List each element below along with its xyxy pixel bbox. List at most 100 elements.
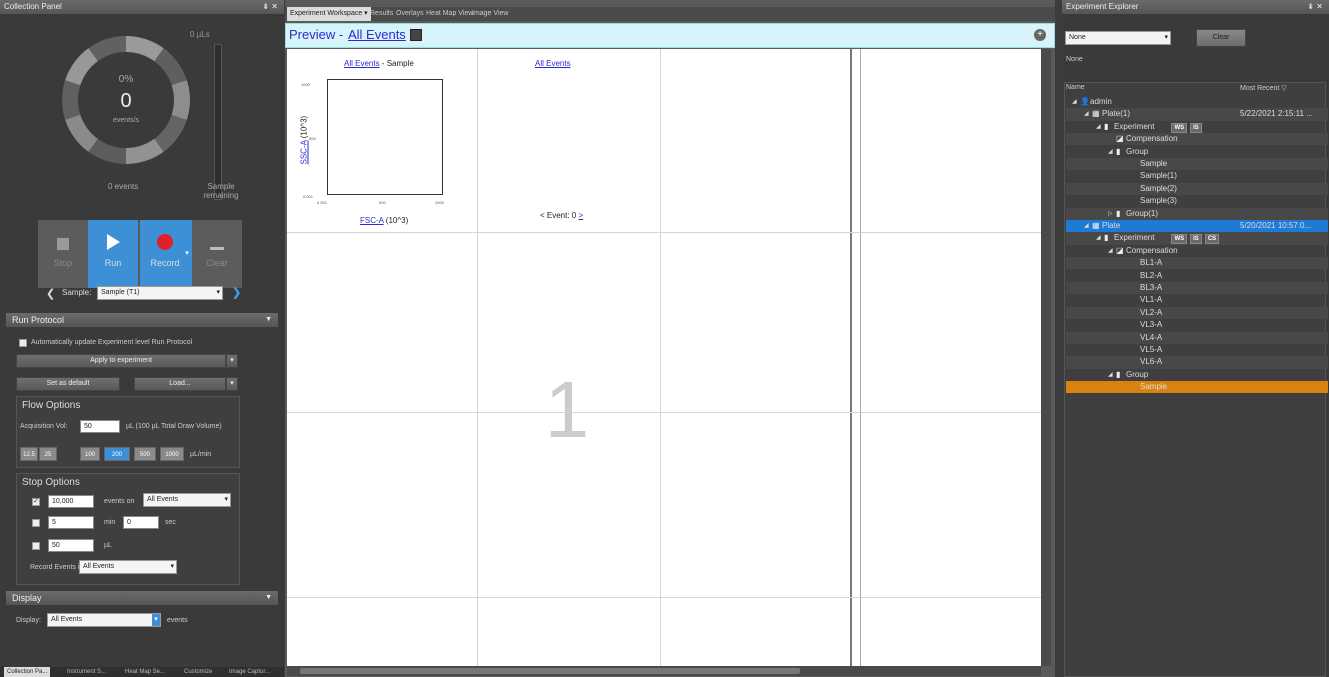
expand-arrow-icon[interactable]: ◢ xyxy=(1096,232,1101,244)
apply-to-experiment-button[interactable]: Apply to experiment xyxy=(16,354,226,368)
col-recent-header[interactable]: Most Recent ▽ xyxy=(1240,84,1287,92)
clear-filter-button[interactable]: Clear xyxy=(1196,29,1246,47)
tree-item-label: Compensation xyxy=(1126,245,1178,255)
tree-item[interactable]: Sample(3) xyxy=(1066,195,1328,207)
events-stop-checkbox[interactable]: ✓ xyxy=(32,498,40,506)
rate-200-button[interactable]: 200 xyxy=(104,447,130,461)
expand-arrow-icon[interactable]: ◢ xyxy=(1084,108,1089,120)
collapse-icon[interactable]: ▼ xyxy=(265,591,272,605)
expand-arrow-icon[interactable]: ◢ xyxy=(1108,245,1113,257)
user-icon: 👤 xyxy=(1080,97,1090,106)
collapse-icon[interactable]: ▼ xyxy=(265,313,272,327)
run-button[interactable]: Run xyxy=(88,220,138,288)
volume-stop-checkbox[interactable] xyxy=(32,542,40,550)
tab-overlays[interactable]: Overlays xyxy=(393,7,427,21)
record-events-select[interactable]: All Events ▾ xyxy=(79,560,177,574)
record-dropdown-icon[interactable]: ▾ xyxy=(182,220,192,288)
time-stop-checkbox[interactable] xyxy=(32,519,40,527)
plot2-gate-link[interactable]: All Events xyxy=(535,59,571,68)
previous-sample-icon[interactable]: ❮ xyxy=(46,287,55,300)
tree-item[interactable]: VL1-A xyxy=(1066,294,1328,306)
tree-item[interactable]: Sample xyxy=(1066,381,1328,394)
next-event-link[interactable]: > xyxy=(578,211,583,220)
tree-item[interactable]: ◢ ▮ Experiment WS IS CS xyxy=(1066,232,1328,245)
expand-arrow-icon[interactable]: ◢ xyxy=(1084,220,1089,232)
expand-arrow-icon[interactable]: ◢ xyxy=(1072,96,1077,108)
col-name-header[interactable]: Name xyxy=(1066,84,1085,91)
tree-item-label: VL3-A xyxy=(1140,320,1163,330)
next-sample-icon[interactable]: ❯ xyxy=(232,286,241,299)
add-icon[interactable]: + xyxy=(1034,29,1046,41)
tree-item[interactable]: ◪ Compensation xyxy=(1066,133,1328,146)
tab-experiment-workspace[interactable]: Experiment Workspace ▾ xyxy=(287,7,371,21)
preview-gate-link[interactable]: All Events xyxy=(348,27,406,42)
seconds-input[interactable]: 0 xyxy=(123,516,159,529)
tree-item[interactable]: VL6-A xyxy=(1066,356,1328,369)
tab-image-capture[interactable]: Image Captur... xyxy=(226,667,273,677)
volume-stop-input[interactable]: 50 xyxy=(48,539,94,552)
tab-customize[interactable]: Customize xyxy=(181,667,215,677)
auto-update-checkbox[interactable] xyxy=(19,339,27,347)
stop-icon xyxy=(38,234,88,258)
tree-item[interactable]: ▷ ▮ Group(1) xyxy=(1066,207,1328,220)
horizontal-scroll-thumb[interactable] xyxy=(300,668,800,674)
tree-item[interactable]: Sample(2) xyxy=(1066,182,1328,196)
tree-item[interactable]: BL1-A xyxy=(1066,257,1328,270)
tree-item[interactable]: ◢ 👤 admin xyxy=(1066,96,1328,108)
tree-item[interactable]: Sample(1) xyxy=(1066,170,1328,182)
load-dropdown-icon[interactable]: ▾ xyxy=(226,377,238,391)
tree-item[interactable]: VL5-A xyxy=(1066,344,1328,356)
plot-grid: All Events - Sample 1000 500 0.001 0.001… xyxy=(287,49,1041,666)
rate-12-5-button[interactable]: 12.5 xyxy=(20,447,38,461)
run-protocol-header[interactable]: Run Protocol ▼ xyxy=(6,313,278,327)
tree-item[interactable]: ◢ ▮ Experiment WS IS xyxy=(1066,121,1328,133)
panel-pin-close-icon[interactable]: ⇟ ✕ xyxy=(1307,0,1323,14)
tree-item[interactable]: Sample xyxy=(1066,158,1328,171)
rate-1000-button[interactable]: 1000 xyxy=(160,447,184,461)
expand-arrow-icon[interactable]: ◢ xyxy=(1108,146,1113,158)
apply-dropdown-icon[interactable]: ▾ xyxy=(226,354,238,368)
clear-button[interactable]: Clear xyxy=(192,220,242,288)
acquisition-vol-input[interactable]: 50 xyxy=(80,420,120,433)
tree-item[interactable]: ◢ ▦ Plate 5/20/2021 10:57:0... xyxy=(1066,220,1328,233)
tree-item[interactable]: VL4-A xyxy=(1066,331,1328,344)
tab-collection-panel[interactable]: Collection Pa... xyxy=(4,667,51,677)
minutes-input[interactable]: 5 xyxy=(48,516,94,529)
gate-color-swatch[interactable] xyxy=(410,29,422,41)
tree-item[interactable]: ◢ ▦ Plate(1) 5/22/2021 2:15:11 ... xyxy=(1066,108,1328,121)
tree-item[interactable]: VL2-A xyxy=(1066,306,1328,320)
plot1-gate-link[interactable]: All Events xyxy=(344,59,380,68)
rate-25-button[interactable]: 25 xyxy=(39,447,57,461)
explorer-filter-select[interactable]: None ▾ xyxy=(1065,31,1171,45)
tab-image-view[interactable]: Image View xyxy=(469,7,511,21)
expand-arrow-icon[interactable]: ◢ xyxy=(1108,369,1113,381)
expand-arrow-icon[interactable]: ▷ xyxy=(1108,208,1113,220)
display-select[interactable]: All Events ▾ xyxy=(47,613,161,627)
tree-item[interactable]: ◢ ▮ Group xyxy=(1066,146,1328,158)
events-stop-input[interactable]: 10,000 xyxy=(48,495,94,508)
tab-heat-map-settings[interactable]: Heat Map Se... xyxy=(122,667,168,677)
rate-500-button[interactable]: 500 xyxy=(134,447,156,461)
display-header[interactable]: Display ▼ xyxy=(6,591,278,605)
sample-select[interactable]: Sample (T1) ▾ xyxy=(97,286,223,300)
set-as-default-button[interactable]: Set as default xyxy=(16,377,120,391)
events-gate-select[interactable]: All Events ▾ xyxy=(143,493,231,507)
tree-item[interactable]: VL3-A xyxy=(1066,319,1328,331)
plot1-axes[interactable] xyxy=(327,79,443,195)
tab-results[interactable]: Results xyxy=(367,7,396,21)
expand-arrow-icon[interactable]: ◢ xyxy=(1096,121,1101,133)
sort-icon[interactable]: ▽ xyxy=(1281,85,1286,92)
tree-item[interactable]: ◢ ▮ Group xyxy=(1066,369,1328,381)
preview-bar: Preview - All Events + xyxy=(285,23,1055,48)
stop-button[interactable]: Stop xyxy=(38,220,88,288)
load-button[interactable]: Load... xyxy=(134,377,226,391)
vertical-scrollbar[interactable] xyxy=(1041,49,1051,666)
tab-instrument-settings[interactable]: Instrument S... xyxy=(64,667,109,677)
volume-readout: 0 µLs xyxy=(190,30,210,39)
plot1-title: All Events - Sample xyxy=(344,59,414,68)
tree-item[interactable]: BL2-A xyxy=(1066,270,1328,282)
tree-item[interactable]: BL3-A xyxy=(1066,282,1328,295)
panel-pin-close-icon[interactable]: ⇟ ✕ xyxy=(262,0,278,14)
rate-100-button[interactable]: 100 xyxy=(80,447,100,461)
tree-item[interactable]: ◢ ◪ Compensation xyxy=(1066,245,1328,257)
